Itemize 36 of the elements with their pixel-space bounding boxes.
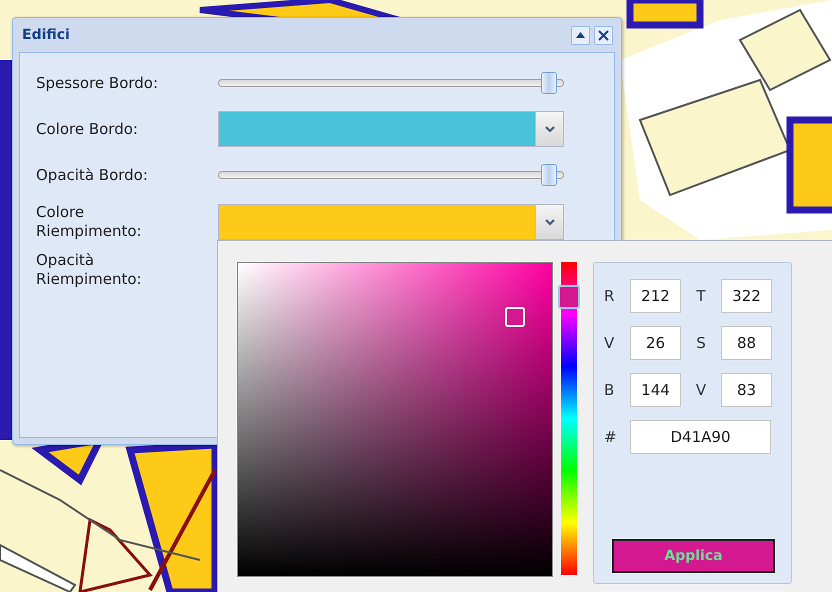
chevron-down-icon <box>544 218 554 226</box>
slider[interactable] <box>218 72 564 94</box>
field-label: Opacità Bordo: <box>36 166 149 184</box>
field-label: Spessore Bordo: <box>36 74 160 92</box>
dropdown-trigger[interactable] <box>535 112 563 146</box>
field-label: T <box>696 287 706 305</box>
dialog-title: Edifici <box>22 27 71 43</box>
hex-input-field[interactable]: D41A90 <box>630 420 771 454</box>
hue-thumb[interactable] <box>558 285 580 310</box>
hue-slider[interactable] <box>561 262 577 575</box>
slider-thumb[interactable] <box>541 72 558 94</box>
field-label: Colore Riempimento: <box>36 203 143 241</box>
collapse-button[interactable] <box>571 26 590 44</box>
field-label: # <box>604 428 618 446</box>
slider[interactable] <box>218 164 564 186</box>
field-label: R <box>604 287 614 305</box>
field-label: S <box>696 334 706 352</box>
close-button[interactable] <box>594 26 613 44</box>
input-field[interactable]: 322 <box>721 279 772 313</box>
field-label: Colore Bordo: <box>36 120 139 138</box>
input-field[interactable]: 26 <box>630 326 681 360</box>
field-label: V <box>696 381 706 399</box>
chevron-down-icon <box>544 126 554 132</box>
close-icon <box>598 30 609 40</box>
input-field[interactable]: 88 <box>721 326 772 360</box>
field-label: B <box>604 381 614 399</box>
field-label: V <box>604 334 614 352</box>
color-cursor[interactable] <box>505 307 526 328</box>
field-label: Opacità Riempimento: <box>36 251 143 289</box>
input-field[interactable]: 212 <box>630 279 681 313</box>
caret-up-icon <box>576 32 585 38</box>
dropdown-trigger[interactable] <box>535 205 563 239</box>
saturation-value-area[interactable] <box>237 262 553 577</box>
slider-thumb[interactable] <box>541 164 558 186</box>
input-field[interactable]: 83 <box>721 373 772 407</box>
input-field[interactable]: 144 <box>630 373 681 407</box>
